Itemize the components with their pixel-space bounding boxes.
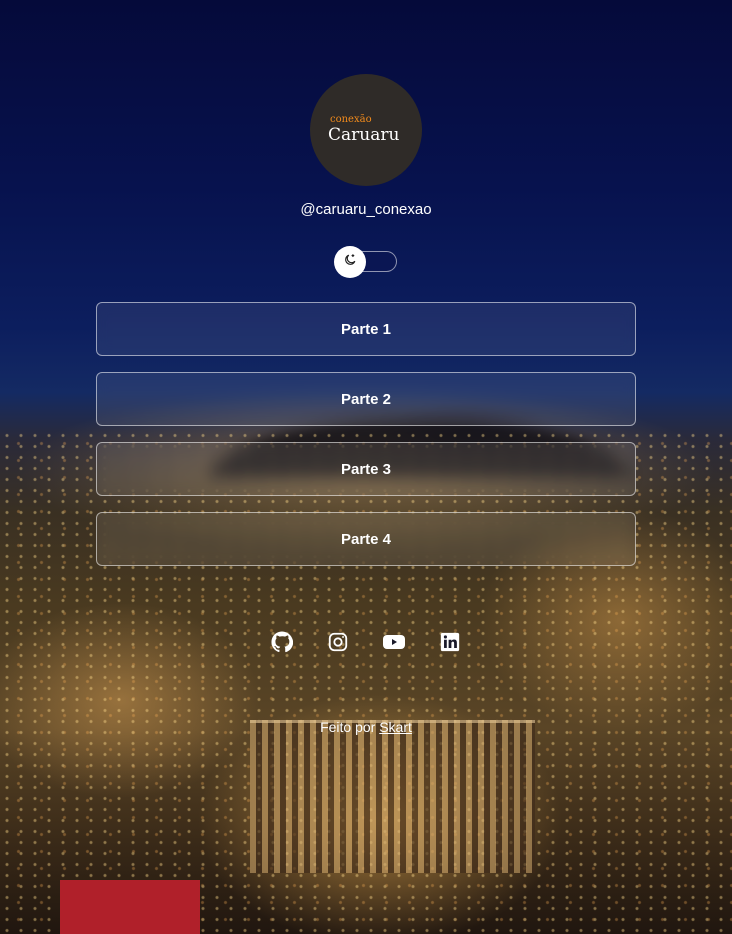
link-button-parte-4[interactable]: Parte 4 <box>96 512 636 566</box>
logo-big-text: Caruaru <box>328 125 400 145</box>
page-content: conexão Caruaru @caruaru_conexao Parte 1… <box>0 0 732 934</box>
linkedin-icon[interactable] <box>438 630 462 654</box>
youtube-icon[interactable] <box>382 630 406 654</box>
logo-small-text: conexão <box>330 114 372 125</box>
footer-credit: Feito por Skart <box>0 719 732 735</box>
link-button-parte-2[interactable]: Parte 2 <box>96 372 636 426</box>
github-icon[interactable] <box>270 630 294 654</box>
profile-handle: @caruaru_conexao <box>300 201 432 218</box>
instagram-icon[interactable] <box>326 630 350 654</box>
footer-author-link[interactable]: Skart <box>379 719 412 735</box>
theme-toggle[interactable] <box>334 246 398 278</box>
footer-prefix: Feito por <box>320 719 376 735</box>
avatar-logo: conexão Caruaru <box>310 74 422 186</box>
link-list: Parte 1 Parte 2 Parte 3 Parte 4 <box>96 302 636 582</box>
link-button-parte-1[interactable]: Parte 1 <box>96 302 636 356</box>
moon-icon <box>343 253 357 272</box>
link-button-parte-3[interactable]: Parte 3 <box>96 442 636 496</box>
toggle-knob[interactable] <box>334 246 366 278</box>
social-links <box>270 630 462 654</box>
